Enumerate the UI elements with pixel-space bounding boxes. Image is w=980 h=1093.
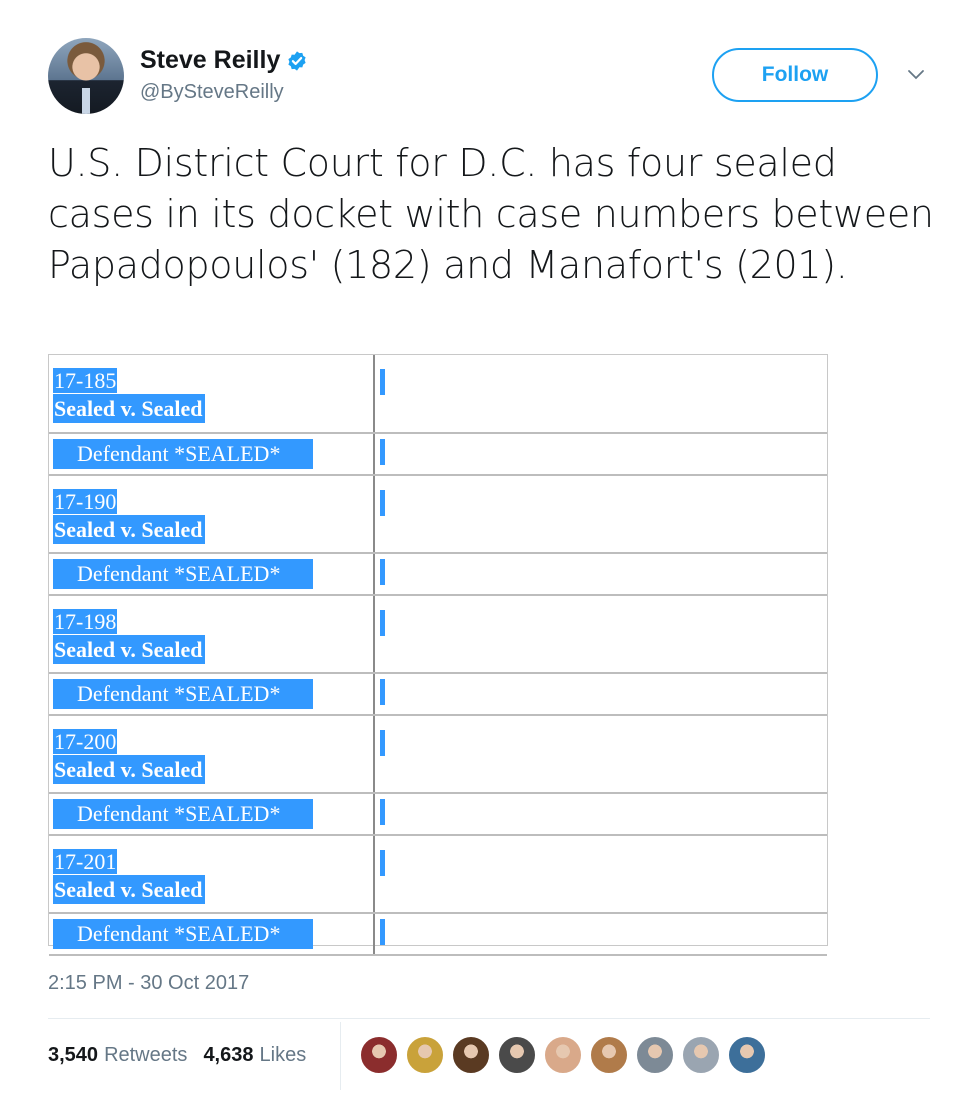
case-row: 17-185 Sealed v. Sealed: [49, 355, 827, 434]
case-number: 17-190: [53, 489, 118, 514]
defendant-label: Defendant *SEALED*: [53, 799, 313, 829]
liker-avatar[interactable]: [406, 1036, 444, 1074]
verified-badge-icon: [288, 50, 306, 71]
case-row: 17-190 Sealed v. Sealed: [49, 475, 827, 554]
selection-mark: [380, 369, 385, 395]
chevron-down-icon[interactable]: [906, 68, 926, 82]
liker-avatar[interactable]: [682, 1036, 720, 1074]
defendant-row: Defendant *SEALED*: [49, 433, 827, 476]
selection-mark: [380, 850, 385, 876]
case-title: Sealed v. Sealed: [53, 394, 205, 423]
liker-avatar[interactable]: [636, 1036, 674, 1074]
liker-avatars: [360, 1036, 774, 1074]
divider: [48, 1018, 930, 1019]
defendant-row: Defendant *SEALED*: [49, 913, 827, 956]
defendant-label: Defendant *SEALED*: [53, 679, 313, 709]
defendant-row: Defendant *SEALED*: [49, 793, 827, 836]
case-title: Sealed v. Sealed: [53, 755, 205, 784]
case-number: 17-201: [53, 849, 118, 874]
author-avatar[interactable]: [48, 38, 124, 114]
tweet-header: Steve Reilly @BySteveReilly Follow: [48, 38, 930, 114]
selection-mark: [380, 559, 385, 585]
likes-count: 4,638: [203, 1044, 254, 1066]
author-handle[interactable]: @BySteveReilly: [140, 81, 308, 104]
docket-table: 17-185 Sealed v. Sealed Defendant *SEALE…: [49, 355, 827, 956]
selection-mark: [380, 730, 385, 756]
liker-avatar[interactable]: [452, 1036, 490, 1074]
stats-divider: [340, 1022, 341, 1090]
tweet-timestamp[interactable]: 2:15 PM - 30 Oct 2017: [48, 972, 249, 995]
case-title: Sealed v. Sealed: [53, 875, 205, 904]
case-row: 17-198 Sealed v. Sealed: [49, 595, 827, 674]
case-title: Sealed v. Sealed: [53, 515, 205, 544]
retweets-stat[interactable]: 3,540 Retweets: [48, 1044, 187, 1067]
selection-mark: [380, 679, 385, 705]
case-row: 17-201 Sealed v. Sealed: [49, 835, 827, 914]
selection-mark: [380, 610, 385, 636]
case-number: 17-185: [53, 368, 118, 393]
case-row: 17-200 Sealed v. Sealed: [49, 715, 827, 794]
defendant-row: Defendant *SEALED*: [49, 673, 827, 716]
author-info: Steve Reilly @BySteveReilly: [140, 46, 308, 104]
tweet-stats: 3,540 Retweets 4,638 Likes: [48, 1044, 322, 1067]
selection-mark: [380, 799, 385, 825]
defendant-label: Defendant *SEALED*: [53, 919, 313, 949]
liker-avatar[interactable]: [544, 1036, 582, 1074]
tweet-text: U.S. District Court for D.C. has four se…: [48, 141, 934, 287]
case-title: Sealed v. Sealed: [53, 635, 205, 664]
defendant-row: Defendant *SEALED*: [49, 553, 827, 596]
liker-avatar[interactable]: [590, 1036, 628, 1074]
selection-mark: [380, 439, 385, 465]
likes-stat[interactable]: 4,638 Likes: [203, 1044, 306, 1067]
selection-mark: [380, 919, 385, 945]
author-display-name[interactable]: Steve Reilly: [140, 46, 280, 75]
retweets-label: Retweets: [104, 1044, 188, 1066]
retweets-count: 3,540: [48, 1044, 99, 1066]
likes-label: Likes: [259, 1044, 307, 1066]
defendant-label: Defendant *SEALED*: [53, 439, 313, 469]
author-name-link[interactable]: Steve Reilly: [140, 46, 308, 75]
case-number: 17-198: [53, 609, 118, 634]
selection-mark: [380, 490, 385, 516]
follow-button[interactable]: Follow: [712, 48, 878, 102]
defendant-label: Defendant *SEALED*: [53, 559, 313, 589]
docket-screenshot-image[interactable]: 17-185 Sealed v. Sealed Defendant *SEALE…: [48, 354, 828, 956]
liker-avatar[interactable]: [498, 1036, 536, 1074]
case-number: 17-200: [53, 729, 118, 754]
liker-avatar[interactable]: [728, 1036, 766, 1074]
liker-avatar[interactable]: [360, 1036, 398, 1074]
